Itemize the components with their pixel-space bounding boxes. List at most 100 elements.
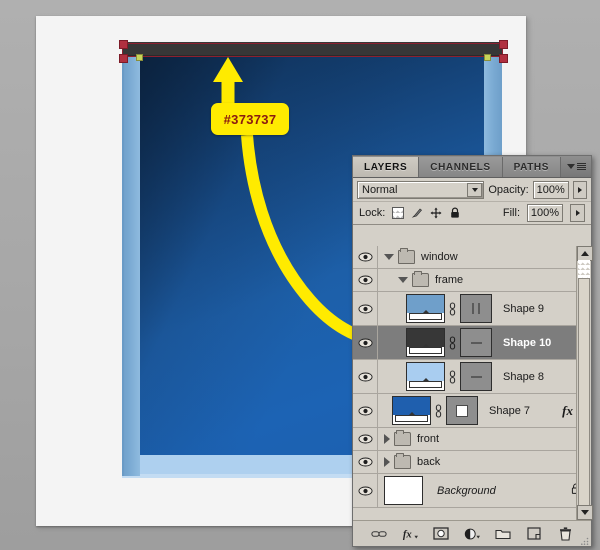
- link-icon[interactable]: [448, 335, 457, 350]
- layer-thumbnail[interactable]: [406, 328, 445, 357]
- layer-thumbnail[interactable]: [406, 294, 445, 323]
- resize-grip-icon[interactable]: [581, 536, 589, 545]
- link-icon[interactable]: [448, 369, 457, 384]
- adjustment-layer-icon[interactable]: [464, 526, 480, 542]
- link-icon[interactable]: [434, 403, 443, 418]
- eye-icon: [358, 372, 372, 381]
- visibility-toggle[interactable]: [353, 428, 378, 450]
- layer-row-shape-8[interactable]: Shape 8: [353, 360, 591, 394]
- blend-mode-select[interactable]: Normal: [357, 180, 485, 199]
- selection-path-top: [122, 43, 503, 44]
- layer-effects-indicator[interactable]: fx: [562, 403, 577, 419]
- lock-position-icon[interactable]: [430, 207, 442, 219]
- folder-icon: [394, 453, 411, 469]
- layer-list[interactable]: window frame Shape 9 Shape 10 Shape 8 Sh…: [353, 246, 591, 520]
- layer-row-frame[interactable]: frame: [353, 269, 591, 292]
- visibility-toggle[interactable]: [353, 326, 378, 359]
- lock-image-pixels-icon[interactable]: [411, 207, 423, 219]
- vector-mask-thumbnail[interactable]: [460, 362, 492, 391]
- fill-label: Fill:: [502, 207, 520, 219]
- layer-name: Shape 10: [503, 336, 552, 349]
- layers-panel[interactable]: LAYERS CHANNELS PATHS Normal Opacity: 10…: [352, 155, 593, 547]
- layer-thumbnail[interactable]: [384, 476, 423, 505]
- layer-row-window[interactable]: window: [353, 246, 591, 269]
- tab-paths-label: PATHS: [513, 161, 550, 173]
- visibility-toggle[interactable]: [353, 246, 378, 268]
- layer-name: Shape 7: [489, 404, 530, 417]
- selection-path-bottom: [122, 56, 503, 57]
- layer-thumbnail[interactable]: [406, 362, 445, 391]
- chevron-down-icon[interactable]: [467, 182, 483, 197]
- layer-row-front[interactable]: front: [353, 428, 591, 451]
- blend-mode-value: Normal: [362, 183, 398, 196]
- eye-icon: [358, 406, 372, 415]
- layer-row-back[interactable]: back: [353, 451, 591, 474]
- path-anchor-point[interactable]: [499, 54, 508, 63]
- layers-panel-toolbar: fx: [353, 520, 591, 546]
- vector-mask-thumbnail[interactable]: [460, 328, 492, 357]
- visibility-toggle[interactable]: [353, 474, 378, 507]
- tab-paths[interactable]: PATHS: [502, 157, 562, 177]
- opacity-input[interactable]: 100%: [532, 180, 569, 199]
- color-callout: #373737: [211, 103, 289, 135]
- path-anchor-point[interactable]: [499, 40, 508, 49]
- layer-name: back: [417, 456, 441, 468]
- folder-icon: [412, 271, 429, 287]
- layer-row-shape-9[interactable]: Shape 9: [353, 292, 591, 326]
- scroll-up-icon[interactable]: [577, 246, 593, 261]
- link-icon[interactable]: [448, 301, 457, 316]
- layer-row-shape-7[interactable]: Shape 7 fx: [353, 394, 591, 428]
- fill-input[interactable]: 100%: [527, 204, 563, 222]
- delete-layer-icon[interactable]: [557, 526, 573, 542]
- color-callout-label: #373737: [223, 111, 277, 127]
- opacity-slider-arrow-icon[interactable]: [572, 180, 587, 199]
- visibility-toggle[interactable]: [353, 360, 378, 393]
- path-direction-point[interactable]: [136, 54, 143, 61]
- folder-icon: [394, 430, 411, 446]
- visibility-toggle[interactable]: [353, 292, 378, 325]
- vector-mask-thumbnail[interactable]: [446, 396, 478, 425]
- fill-slider-arrow-icon[interactable]: [570, 204, 585, 222]
- layer-thumbnail[interactable]: [392, 396, 431, 425]
- visibility-toggle[interactable]: [353, 394, 378, 427]
- lock-transparency-icon[interactable]: [392, 207, 405, 219]
- window-top-bar: [122, 42, 502, 56]
- vector-mask-thumbnail[interactable]: [460, 294, 492, 323]
- disclosure-triangle-icon[interactable]: [384, 457, 390, 467]
- hamburger-icon: [577, 162, 586, 170]
- layer-list-scrollbar[interactable]: [576, 246, 593, 520]
- scroll-down-icon[interactable]: [577, 505, 593, 520]
- layer-style-fx-icon[interactable]: fx: [402, 526, 418, 542]
- svg-text:fx: fx: [403, 529, 413, 540]
- layer-name: Background: [437, 484, 496, 497]
- disclosure-triangle-icon[interactable]: [384, 434, 390, 444]
- eye-icon: [358, 275, 372, 285]
- path-anchor-point[interactable]: [119, 54, 128, 63]
- layer-name: frame: [435, 274, 464, 286]
- tab-channels[interactable]: CHANNELS: [419, 157, 503, 177]
- tab-channels-label: CHANNELS: [430, 161, 491, 173]
- new-layer-icon[interactable]: [526, 526, 542, 542]
- panel-tab-bar: LAYERS CHANNELS PATHS: [353, 156, 591, 178]
- panel-menu-icon[interactable]: [567, 159, 587, 173]
- new-group-icon[interactable]: [495, 526, 511, 542]
- lock-fill-row: Lock: Fill: 100%: [353, 202, 591, 225]
- opacity-label: Opacity:: [488, 183, 529, 196]
- scrollbar-thumb[interactable]: [578, 278, 590, 518]
- path-anchor-point[interactable]: [119, 40, 128, 49]
- visibility-toggle[interactable]: [353, 451, 378, 473]
- layer-row-background[interactable]: Background: [353, 474, 591, 508]
- visibility-toggle[interactable]: [353, 269, 378, 291]
- chevron-down-icon: [567, 163, 575, 169]
- tab-layers[interactable]: LAYERS: [353, 157, 420, 177]
- window-left-frame: [122, 44, 140, 476]
- link-layers-icon[interactable]: [371, 526, 387, 542]
- disclosure-triangle-icon[interactable]: [398, 277, 408, 283]
- path-direction-point[interactable]: [484, 54, 491, 61]
- add-layer-mask-icon[interactable]: [433, 526, 449, 542]
- disclosure-triangle-icon[interactable]: [384, 254, 394, 260]
- lock-label: Lock:: [359, 207, 386, 219]
- lock-all-icon[interactable]: [449, 207, 461, 219]
- eye-icon: [358, 252, 372, 262]
- layer-row-shape-10[interactable]: Shape 10: [353, 326, 591, 360]
